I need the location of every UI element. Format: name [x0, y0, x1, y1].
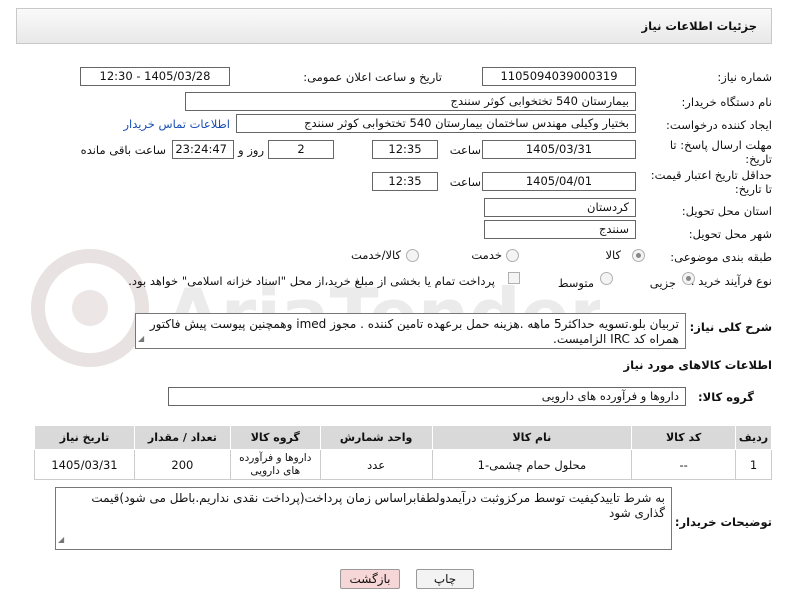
- description-line-2: همراه کد IRC الزامیست.: [553, 332, 679, 346]
- goods-group-field[interactable]: داروها و فرآورده های دارویی: [168, 387, 686, 406]
- reply-deadline-label-1: مهلت ارسال پاسخ: تا: [669, 138, 772, 152]
- treasury-payment-checkbox[interactable]: [508, 272, 520, 284]
- remaining-label: ساعت باقی مانده: [80, 143, 166, 157]
- panel-header: جزئیات اطلاعات نیاز: [16, 8, 772, 44]
- cell-date: 1405/03/31: [34, 449, 135, 480]
- process-option-minor: جزیی: [649, 276, 676, 290]
- header-name: نام کالا: [431, 425, 633, 450]
- delivery-city-label: شهر محل تحویل:: [688, 227, 772, 241]
- header-row-number: ردیف: [735, 425, 772, 450]
- announce-datetime-field[interactable]: 1405/03/28 - 12:30: [80, 67, 230, 86]
- description-textarea[interactable]: تربیان بلو.تسویه حداکثر5 ماهه .هزینه حمل…: [135, 313, 686, 349]
- buyer-org-field[interactable]: بیمارستان 540 تختخوابی کوثر سنندج: [185, 92, 636, 111]
- back-button[interactable]: بازگشت: [340, 569, 400, 589]
- header-code: کد کالا: [631, 425, 737, 450]
- header-date: تاریخ نیاز: [34, 425, 135, 450]
- process-radio-minor[interactable]: [682, 272, 695, 285]
- announce-datetime-label: تاریخ و ساعت اعلان عمومی:: [303, 70, 442, 84]
- days-remaining-field[interactable]: 2: [268, 140, 334, 159]
- category-radio-goods-service[interactable]: [406, 249, 419, 262]
- price-validity-label-2: تا تاریخ:: [734, 182, 772, 196]
- process-radio-medium[interactable]: [600, 272, 613, 285]
- price-validity-date-field[interactable]: 1405/04/01: [482, 172, 636, 191]
- description-line-1: تربیان بلو.تسویه حداکثر5 ماهه .هزینه حمل…: [149, 317, 679, 331]
- cell-group: داروها و فرآورده های دارویی: [229, 449, 321, 480]
- goods-group-label: گروه کالا:: [698, 390, 754, 404]
- category-label: طبقه بندی موضوعی:: [670, 250, 772, 264]
- category-option-goods-service: کالا/خدمت: [350, 248, 401, 262]
- items-table: ردیف کد کالا نام کالا واحد شمارش گروه کا…: [34, 425, 772, 480]
- category-radio-service[interactable]: [506, 249, 519, 262]
- table-header-row: ردیف کد کالا نام کالا واحد شمارش گروه کا…: [34, 425, 772, 450]
- delivery-province-field[interactable]: کردستان: [484, 198, 636, 217]
- buyer-org-label: نام دستگاه خریدار:: [681, 95, 772, 109]
- requester-field[interactable]: بختیار وکیلی مهندس ساختمان بیمارستان 540…: [236, 114, 636, 133]
- cell-row-number: 1: [735, 449, 772, 480]
- treasury-payment-note: پرداخت تمام یا بخشی از مبلغ خرید،از محل …: [128, 274, 495, 288]
- process-option-medium: متوسط: [557, 276, 594, 290]
- description-label: شرح کلی نیاز:: [689, 320, 772, 334]
- price-validity-label-1: حداقل تاریخ اعتبار قیمت:: [650, 168, 772, 182]
- cell-quantity: 200: [133, 449, 231, 480]
- goods-info-title: اطلاعات کالاهای مورد نیاز: [623, 358, 772, 372]
- resize-handle-icon[interactable]: ◢: [58, 532, 64, 547]
- reply-deadline-date-field[interactable]: 1405/03/31: [482, 140, 636, 159]
- category-option-goods: کالا: [605, 248, 621, 262]
- category-option-service: خدمت: [471, 248, 502, 262]
- price-time-field[interactable]: 12:35: [372, 172, 438, 191]
- panel-title: جزئیات اطلاعات نیاز: [641, 19, 757, 33]
- category-radio-goods[interactable]: [632, 249, 645, 262]
- price-time-label: ساعت: [449, 175, 481, 189]
- print-button[interactable]: چاپ: [416, 569, 474, 589]
- need-number-field[interactable]: 1105094039000319: [482, 67, 636, 86]
- header-unit: واحد شمارش: [319, 425, 433, 450]
- delivery-province-label: استان محل تحویل:: [681, 204, 772, 218]
- header-group: گروه کالا: [229, 425, 321, 450]
- resize-handle-icon[interactable]: ◢: [138, 331, 144, 346]
- cell-code: --: [631, 449, 737, 480]
- header-quantity: تعداد / مقدار: [133, 425, 231, 450]
- requester-label: ایجاد کننده درخواست:: [666, 118, 772, 132]
- table-row[interactable]: 1 -- محلول حمام چشمی-1 عدد داروها و فرآو…: [34, 449, 772, 480]
- reply-deadline-label-2: تاریخ:: [745, 152, 772, 166]
- days-label: روز و: [238, 143, 264, 157]
- process-type-label: نوع فرآیند خرید :: [690, 274, 772, 288]
- cell-name: محلول حمام چشمی-1: [431, 449, 633, 480]
- reply-time-field[interactable]: 12:35: [372, 140, 438, 159]
- delivery-city-field[interactable]: سنندج: [484, 220, 636, 239]
- buyer-notes-label: توضیحات خریدار:: [674, 515, 772, 529]
- need-number-label: شماره نیاز:: [717, 70, 772, 84]
- buyer-contact-link[interactable]: اطلاعات تماس خریدار: [123, 117, 230, 131]
- remaining-time-field[interactable]: 23:24:47: [172, 140, 234, 159]
- cell-unit: عدد: [319, 449, 433, 480]
- buyer-notes-textarea[interactable]: به شرط تاییدکیفیت توسط مرکزوثبت درآیمدول…: [55, 487, 672, 550]
- reply-time-label: ساعت: [449, 143, 481, 157]
- buyer-notes-text: به شرط تاییدکیفیت توسط مرکزوثبت درآیمدول…: [91, 491, 665, 520]
